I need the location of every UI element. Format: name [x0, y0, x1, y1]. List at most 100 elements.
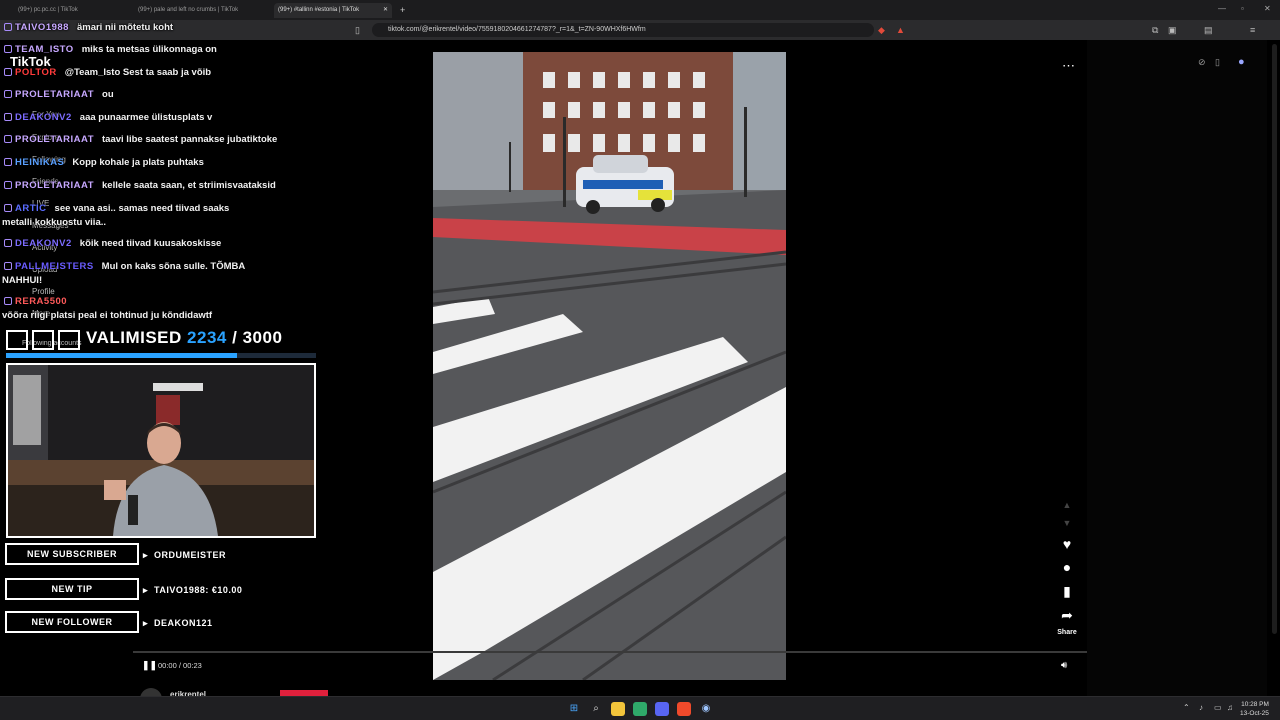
chat-text: võõra riigi platsi peal ei tohtinud ju k… — [2, 310, 213, 321]
goal-progress-bar — [6, 353, 316, 358]
settings-icon[interactable]: ⊘ — [1198, 57, 1206, 68]
tab-title: (99+) pale and left no crumbs | TikTok — [138, 7, 239, 13]
sidebar-icon[interactable]: ▣ — [1168, 24, 1177, 36]
system-clock[interactable]: 10:28 PM 13-Oct-25 — [1240, 700, 1269, 718]
sub-badge-icon — [4, 158, 12, 166]
chat-text: see vana asi.. samas need tiivad saaks — [54, 203, 230, 214]
avatar[interactable]: ● — [1238, 56, 1245, 68]
close-window-icon[interactable]: ✕ — [1264, 4, 1271, 13]
share-icon[interactable]: ➦ — [1056, 607, 1078, 624]
chat-username: TAIVO1988 — [15, 22, 69, 33]
chat-username: PROLETARIAAT — [15, 134, 95, 145]
browser-tab-bar: (99+) pc.pc.cc | TikTok (99+) pale and l… — [0, 0, 1280, 20]
browser-tab-active[interactable]: (99+) #tallinn #estonia | TikTok ✕ — [274, 3, 392, 18]
search-icon[interactable]: ⌕ — [589, 702, 603, 716]
previous-video-icon[interactable]: ▲ — [1056, 500, 1078, 510]
new-tab-button[interactable]: + — [396, 3, 408, 18]
discord-icon[interactable] — [655, 702, 669, 716]
rewards-icon[interactable]: ▲ — [896, 24, 905, 36]
chat-text: @Team_Isto Sest ta saab ja võib — [64, 67, 212, 78]
close-tab-icon[interactable]: ✕ — [383, 3, 388, 18]
scrollbar[interactable] — [1272, 44, 1277, 634]
chat-message-cont: metalli kokkuostu viia.. — [2, 217, 106, 228]
chat-text: metalli kokkuostu viia.. — [2, 217, 107, 228]
chat-message: PROLETARIAAT kellele saata saan, et strii… — [4, 180, 276, 191]
clock-date: 13-Oct-25 — [1240, 710, 1269, 717]
new-subscriber-label: NEW SUBSCRIBER — [5, 543, 139, 565]
clock-time: 10:28 PM — [1241, 701, 1269, 708]
chat-message: PROLETARIAAT taavi libe saatest pannakse … — [4, 134, 277, 145]
chat-message-cont: NAHHUI! — [2, 275, 42, 286]
alert-value-text: TAIVO1988: €10.00 — [154, 585, 243, 595]
browser-tab[interactable]: (99+) pale and left no crumbs | TikTok — [134, 3, 264, 18]
goal-label: VALIMISED — [86, 328, 182, 347]
alert-value-text: DEAKON121 — [154, 618, 213, 628]
goal-separator: / — [232, 328, 238, 347]
nav-profile[interactable]: Profile — [32, 287, 55, 296]
brave-shield-icon[interactable]: ◆ — [878, 24, 885, 36]
chat-message: TAIVO1988 ämari nii mõtetu koht — [4, 22, 173, 33]
sub-badge-icon — [4, 262, 12, 270]
goal-deco — [6, 330, 28, 350]
goal-text: VALIMISED 2234 / 3000 — [86, 328, 282, 348]
video-player[interactable] — [433, 52, 786, 680]
steam-icon[interactable]: ◉ — [699, 702, 713, 716]
chat-text: kõik need tiivad kuusakoskisse — [79, 238, 222, 249]
like-heart-icon[interactable]: ♥ — [1056, 536, 1078, 552]
url-field[interactable]: tiktok.com/@erikrentel/video/75591802046… — [372, 23, 874, 37]
network-icon[interactable]: ▭ — [1214, 703, 1222, 712]
chat-username: DEAKONV2 — [15, 112, 72, 123]
chat-message: TEAM_ISTO miks ta metsas ülikonnaga on — [4, 44, 217, 55]
chat-text: kellele saata saan, et striimisvaataksid — [102, 180, 276, 191]
video-time: 00:00 / 00:23 — [158, 661, 202, 670]
windows-taskbar: ⊞ ⌕ ◉ ⌃ ♪ ▭ ♫ 10:28 PM 13-Oct-25 — [0, 696, 1280, 720]
chat-username: DEAKONV2 — [15, 238, 72, 249]
chat-username: POLTOR — [15, 67, 57, 78]
goal-deco — [32, 330, 54, 350]
sub-badge-icon — [4, 181, 12, 189]
file-explorer-icon[interactable] — [611, 702, 625, 716]
sub-badge-icon — [4, 68, 12, 76]
chat-username: RERA5500 — [15, 296, 68, 307]
comments-panel — [1087, 40, 1267, 696]
minimize-icon[interactable]: — — [1218, 4, 1226, 13]
sub-badge-icon — [4, 135, 12, 143]
microphone-icon[interactable]: ♪ — [1199, 703, 1203, 712]
chat-message: HEINIKAS Kopp kohale ja plats puhtaks — [4, 157, 204, 168]
browser-tab[interactable]: (99+) pc.pc.cc | TikTok — [14, 3, 132, 18]
chat-message: PALLMEISTERS Mul on kaks sõna sulle. TÕMB… — [4, 261, 245, 272]
sub-badge-icon — [4, 90, 12, 98]
new-tip-label: NEW TIP — [5, 578, 139, 600]
sub-badge-icon — [4, 23, 12, 31]
bookmark-icon[interactable]: ▯ — [355, 24, 360, 36]
app-icon[interactable] — [633, 702, 647, 716]
tab-title: (99+) #tallinn #estonia | TikTok — [278, 7, 360, 13]
start-icon[interactable]: ⊞ — [567, 702, 581, 716]
pause-icon[interactable]: ❚❚ — [142, 660, 157, 671]
volume-icon[interactable]: 🔊︎ — [1061, 660, 1067, 671]
video-progress-bar[interactable] — [133, 651, 1087, 653]
volume-tray-icon[interactable]: ♫ — [1227, 703, 1233, 712]
alert-value-text: ORDUMEISTER — [154, 550, 227, 560]
sub-badge-icon — [4, 45, 12, 53]
next-video-icon[interactable]: ▼ — [1056, 518, 1078, 528]
maximize-icon[interactable]: ▫ — [1241, 4, 1244, 13]
comment-icon[interactable]: ● — [1056, 559, 1078, 575]
new-follower-value: ▸ DEAKON121 — [143, 618, 213, 628]
more-options-icon[interactable]: ⋯ — [1062, 58, 1075, 74]
chat-message: DEAKONV2 kõik need tiivad kuusakoskisse — [4, 238, 221, 249]
mobile-icon[interactable]: ▯ — [1215, 57, 1220, 68]
wallet-icon[interactable]: ▤ — [1204, 24, 1213, 36]
new-tip-value: ▸ TAIVO1988: €10.00 — [143, 585, 243, 595]
bookmark-save-icon[interactable]: ▮ — [1056, 583, 1078, 600]
goal-deco — [58, 330, 80, 350]
webcam-feed — [6, 363, 316, 538]
brave-icon[interactable] — [677, 702, 691, 716]
chat-message: DEAKONV2 aaa punaarmee ülistusplats v — [4, 112, 212, 123]
chat-text: aaa punaarmee ülistusplats v — [79, 112, 213, 123]
chat-message: RERA5500 — [4, 296, 75, 307]
new-subscriber-value: ▸ ORDUMEISTER — [143, 550, 227, 560]
extensions-icon[interactable]: ⧉ — [1152, 24, 1158, 36]
tray-chevron-icon[interactable]: ⌃ — [1183, 703, 1190, 712]
menu-icon[interactable]: ≡ — [1250, 24, 1255, 36]
